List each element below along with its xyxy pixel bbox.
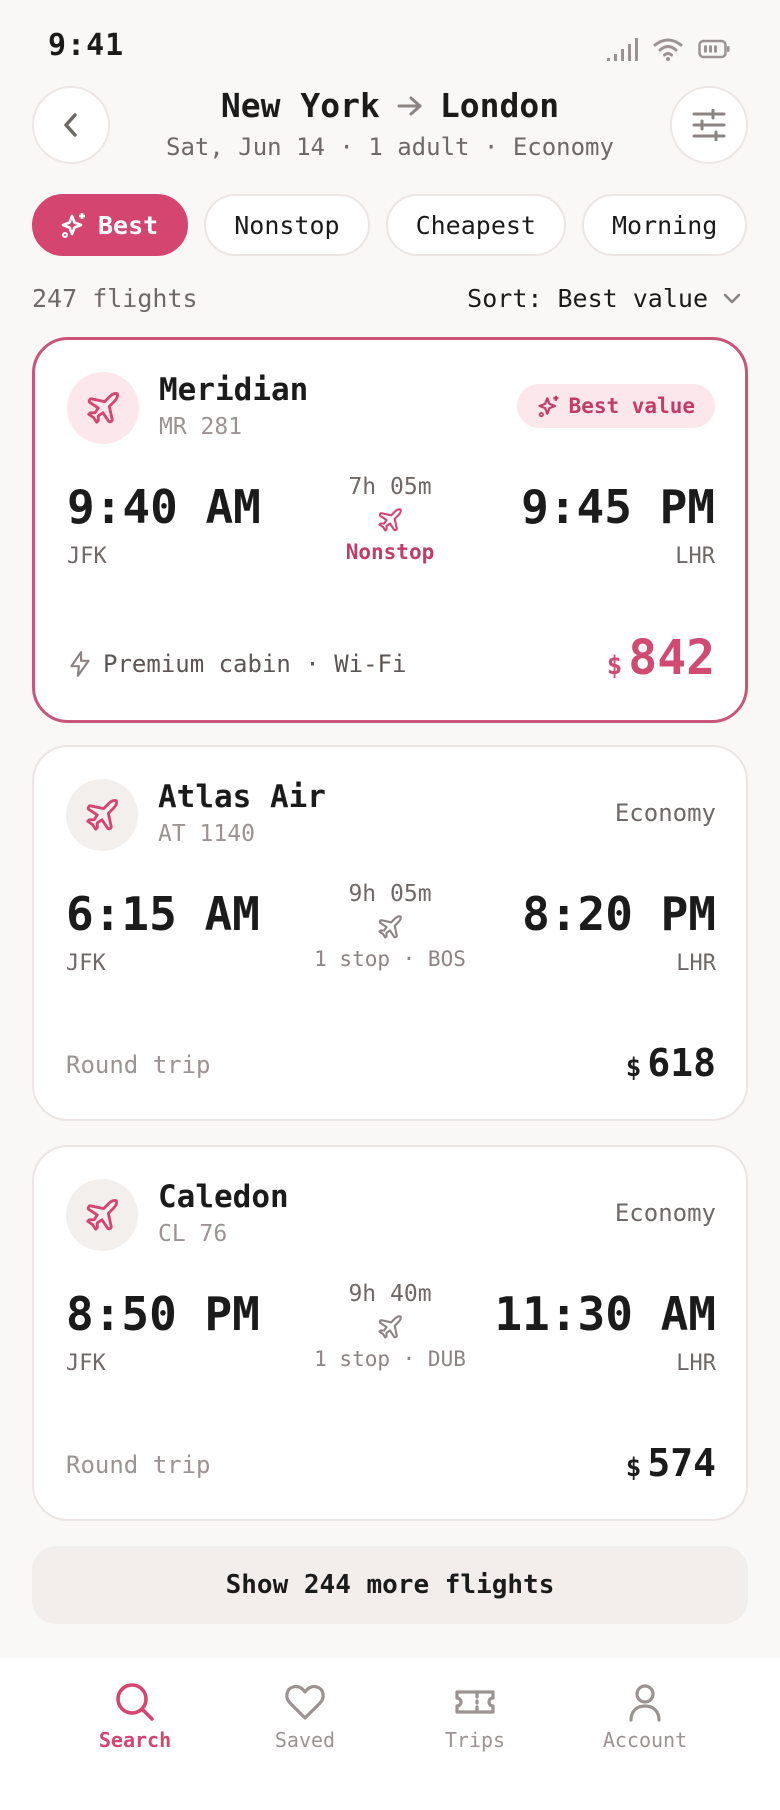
price-currency: $ [625, 1053, 642, 1083]
airline-name: Atlas Air [158, 779, 326, 815]
nav-label: Trips [444, 1728, 506, 1752]
chip-label: Morning [612, 210, 718, 240]
flight-count: 247 flights [32, 284, 198, 313]
route-header: New York London Sat, Jun 14 · 1 adult · … [0, 86, 780, 161]
chip-label: Best [98, 210, 159, 240]
filter-chips: Best Nonstop Cheapest Morning [32, 194, 748, 256]
battery-icon [698, 39, 730, 59]
nav-label: Search [98, 1728, 172, 1752]
trip-subtitle: Sat, Jun 14 · 1 adult · Economy [166, 133, 614, 161]
user-icon [629, 1684, 661, 1722]
airline-name: Meridian [159, 372, 309, 408]
show-more-button[interactable]: Show 244 more flights [32, 1546, 748, 1624]
status-time: 9:41 [48, 28, 125, 63]
nav-label: Saved [274, 1728, 336, 1752]
arrival-airport: LHR [676, 1351, 716, 1376]
flight-number: AT 1140 [158, 821, 255, 847]
stops-info: 1 stop · BOS [314, 947, 466, 971]
chip-label: Nonstop [234, 210, 340, 240]
arrival-airport: LHR [675, 544, 715, 569]
flight-price: $ 842 [607, 630, 715, 686]
airline-name: Caledon [158, 1179, 289, 1215]
flight-number: CL 76 [158, 1221, 228, 1247]
airline-logo [67, 372, 139, 444]
flight-number: MR 281 [159, 414, 243, 440]
sparkle-icon [538, 395, 558, 418]
price-amount: 618 [647, 1041, 716, 1085]
flight-card[interactable]: Atlas Air AT 1140 Economy 6:15 AM JFK 9h… [32, 745, 748, 1121]
nav-label: Account [602, 1728, 688, 1752]
status-icons [606, 36, 730, 62]
chip-cheapest[interactable]: Cheapest [385, 194, 566, 256]
perks-label: Premium cabin · Wi-Fi [103, 650, 407, 678]
airline-logo [66, 779, 138, 851]
nav-search[interactable]: Search [60, 1680, 210, 1810]
stops-info: Nonstop [345, 540, 435, 564]
arrival-airport: LHR [676, 951, 716, 976]
lightning-icon [70, 651, 90, 677]
cabin-class: Economy [614, 799, 716, 827]
sliders-icon [692, 109, 726, 141]
trip-type: Round trip [66, 1451, 211, 1479]
stops-info: 1 stop · DUB [314, 1347, 466, 1371]
search-icon [116, 1683, 154, 1721]
nav-saved[interactable]: Saved [230, 1680, 380, 1810]
sort-dropdown[interactable]: Sort: Best value [467, 284, 742, 313]
arrow-right-icon [397, 96, 422, 115]
airplane-icon [86, 799, 118, 831]
trip-type: Round trip [66, 1051, 211, 1079]
signal-icon [607, 38, 638, 61]
arrival-time: 11:30 AM [494, 1287, 716, 1341]
filter-button[interactable] [670, 86, 748, 164]
sparkle-icon [61, 213, 85, 238]
price-amount: 842 [628, 630, 715, 686]
flight-price: $ 574 [626, 1441, 716, 1485]
arrival-time: 8:20 PM [522, 887, 716, 941]
back-button[interactable] [32, 86, 110, 164]
best-value-badge: Best value [516, 384, 715, 428]
route-title: New York London [0, 86, 780, 125]
wifi-icon [653, 38, 683, 61]
flight-price: $ 618 [626, 1041, 716, 1085]
flight-card[interactable]: Caledon CL 76 Economy 8:50 PM JFK 9h 40m… [32, 1145, 748, 1521]
airplane-icon [378, 508, 402, 532]
destination-city: London [439, 86, 560, 125]
badge-label: Best value [568, 394, 695, 418]
chevron-down-icon [723, 293, 741, 303]
flight-card[interactable]: Meridian MR 281 Best value 9:40 AM JFK 7… [32, 337, 748, 723]
price-currency: $ [606, 651, 623, 681]
sort-label: Sort: Best value [467, 284, 708, 313]
nav-account[interactable]: Account [570, 1680, 720, 1810]
airline-logo [66, 1179, 138, 1251]
nav-trips[interactable]: Trips [400, 1680, 550, 1810]
bottom-nav: Search Saved Trips Account [0, 1658, 780, 1810]
chip-nonstop[interactable]: Nonstop [204, 194, 370, 256]
airplane-icon [87, 392, 119, 424]
chip-morning[interactable]: Morning [582, 194, 748, 256]
chip-label: Cheapest [415, 210, 536, 240]
chip-best[interactable]: Best [32, 194, 189, 256]
price-currency: $ [625, 1453, 642, 1483]
arrival-time: 9:45 PM [521, 480, 715, 534]
origin-city: New York [220, 86, 380, 125]
airplane-icon [86, 1199, 118, 1231]
price-amount: 574 [647, 1441, 716, 1485]
heart-icon [285, 1684, 325, 1720]
airplane-icon [378, 1315, 402, 1339]
cabin-class: Economy [614, 1199, 716, 1227]
airplane-icon [378, 915, 402, 939]
ticket-icon [455, 1690, 495, 1714]
flight-perks: Premium cabin · Wi-Fi [67, 650, 406, 678]
chevron-left-icon [64, 113, 77, 137]
